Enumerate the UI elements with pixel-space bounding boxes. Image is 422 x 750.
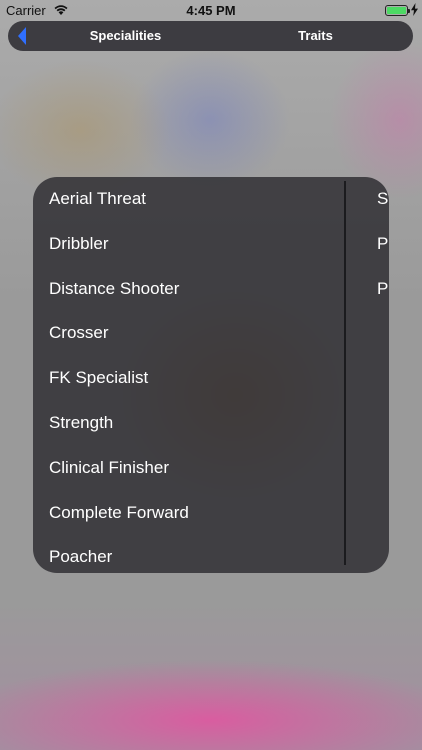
status-time: 4:45 PM xyxy=(186,3,236,18)
battery-icon xyxy=(385,5,410,16)
list-item-trait-3[interactable]: P xyxy=(377,267,389,312)
list-item-distance-shooter[interactable]: Distance Shooter xyxy=(33,267,345,312)
list-item-trait-1[interactable]: S xyxy=(377,177,389,222)
list-item-aerial-threat[interactable]: Aerial Threat xyxy=(33,177,345,222)
list-item-clinical-finisher[interactable]: Clinical Finisher xyxy=(33,446,345,491)
battery-cap xyxy=(408,9,410,13)
battery-level xyxy=(387,7,406,14)
charging-icon xyxy=(411,3,418,16)
list-item-fk-specialist[interactable]: FK Specialist xyxy=(33,356,345,401)
back-arrow-icon[interactable] xyxy=(18,27,28,45)
column-divider xyxy=(344,181,346,565)
list-item-dribbler[interactable]: Dribbler xyxy=(33,222,345,267)
list-item-crosser[interactable]: Crosser xyxy=(33,311,345,356)
tab-specialities[interactable]: Specialities xyxy=(58,21,193,51)
list-item-poacher[interactable]: Poacher xyxy=(33,535,345,573)
segment-control: Specialities Traits xyxy=(8,21,413,51)
list-item-strength[interactable]: Strength xyxy=(33,401,345,446)
specialities-list: Aerial Threat Dribbler Distance Shooter … xyxy=(33,177,345,573)
list-item-trait-2[interactable]: P xyxy=(377,222,389,267)
status-bar: Carrier 4:45 PM xyxy=(0,0,422,20)
specialities-popup: Aerial Threat Dribbler Distance Shooter … xyxy=(33,177,389,573)
traits-list-partial: S P P xyxy=(377,177,389,311)
list-item-complete-forward[interactable]: Complete Forward xyxy=(33,491,345,536)
tab-traits[interactable]: Traits xyxy=(248,21,383,51)
